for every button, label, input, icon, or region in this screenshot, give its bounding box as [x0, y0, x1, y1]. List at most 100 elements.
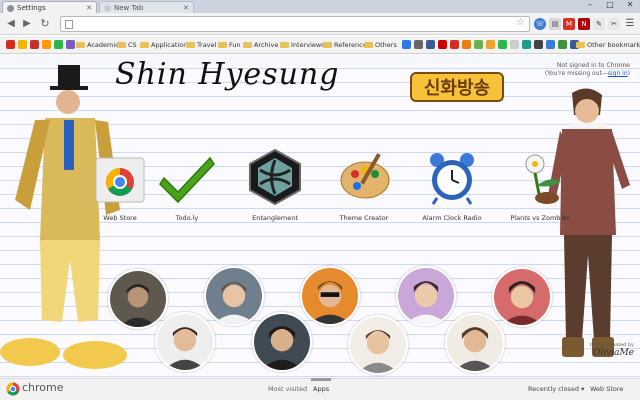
web-store-link[interactable]: Web Store: [590, 385, 623, 393]
theme-title: Shin Hyesung: [115, 57, 340, 92]
photo-bubble: [252, 312, 312, 372]
bookmark-folder-academic[interactable]: Academic: [76, 39, 119, 51]
back-icon[interactable]: ◀: [4, 17, 18, 31]
bookmark-star-icon[interactable]: [18, 40, 27, 49]
photo-bubble: [108, 269, 168, 329]
app-plants-vs-zombies[interactable]: Plants vs Zombies: [495, 148, 585, 222]
extension-phone-icon[interactable]: ☏: [534, 18, 546, 30]
tab-label: New Tab: [114, 4, 144, 12]
new-tab-page-icon: [104, 5, 111, 12]
theme-watermark: theme created by OliviaMe: [590, 342, 634, 358]
tab-strip: Settings ✕ New Tab ✕ – □ ✕: [0, 0, 640, 13]
checkmark-icon: [159, 156, 215, 204]
app-label: Theme Creator: [339, 214, 389, 222]
plant-icon: [525, 154, 561, 204]
extension-news-icon[interactable]: N: [578, 18, 590, 30]
bookmark-shield-icon[interactable]: [6, 40, 15, 49]
recently-closed-menu[interactable]: Recently closed ▾: [528, 385, 584, 393]
bookmark-folder-cs[interactable]: CS: [117, 39, 137, 51]
bookmark-c-icon[interactable]: [510, 40, 519, 49]
forward-icon[interactable]: ▶: [20, 17, 34, 31]
bookmark-facebook-icon[interactable]: [426, 40, 435, 49]
bookmark-purple-icon[interactable]: [66, 40, 75, 49]
bookmarks-bar: Academic CS Application Travel Fun Archi…: [0, 36, 640, 54]
bookmark-folder-fun[interactable]: Fun: [218, 39, 241, 51]
bookmark-orange-icon[interactable]: [486, 40, 495, 49]
signin-promo: Not signed in to Chrome (You're missing …: [545, 62, 630, 78]
signin-link[interactable]: sign in: [608, 70, 628, 77]
photo-bubble: [348, 315, 408, 375]
tab-settings[interactable]: Settings ✕: [2, 1, 97, 13]
ntp-footer: chrome Most visited Apps Recently closed…: [0, 378, 640, 400]
chrome-wordmark: chrome: [22, 381, 64, 394]
app-label: Plants vs Zombies: [510, 214, 570, 222]
bookmark-guitar-icon[interactable]: [462, 40, 471, 49]
app-todoly[interactable]: Todo.ly: [142, 148, 232, 222]
photo-bubble: [155, 312, 215, 372]
bookmark-amazon-icon[interactable]: [42, 40, 51, 49]
signin-line2-end: ): [627, 70, 630, 77]
tab-new-tab[interactable]: New Tab ✕: [99, 1, 194, 13]
right-person-image: [548, 88, 630, 357]
new-tab-page: Shin Hyesung 신화방송 Not signed in to Chrom…: [0, 55, 640, 378]
extension-tools-icon[interactable]: ✂: [608, 18, 620, 30]
chrome-web-store-icon: [95, 157, 145, 203]
paint-palette-icon: [340, 153, 390, 199]
alarm-clock-icon: [430, 153, 474, 205]
reload-icon[interactable]: ↻: [38, 17, 52, 31]
app-label: Alarm Clock Radio: [422, 214, 482, 222]
app-theme-creator[interactable]: Theme Creator: [319, 148, 409, 222]
menu-wrench-icon[interactable]: ☰: [624, 18, 636, 30]
settings-gear-icon: [7, 5, 14, 12]
signin-line1: Not signed in to Chrome: [556, 62, 630, 69]
photo-bubble: [445, 313, 505, 373]
bookmark-folder-reference[interactable]: Reference: [323, 39, 367, 51]
tab-label: Settings: [17, 4, 46, 12]
photo-bubble: [396, 266, 456, 326]
bookmark-blue2-icon[interactable]: [546, 40, 555, 49]
bookmark-dark-icon[interactable]: [534, 40, 543, 49]
watermark-name: OliviaMe: [592, 348, 634, 358]
minimize-icon[interactable]: –: [580, 0, 600, 11]
chrome-logo-icon: [6, 382, 20, 396]
bookmark-red-icon[interactable]: [438, 40, 447, 49]
bookmark-star-icon[interactable]: ☆: [516, 17, 525, 28]
page-icon: [65, 20, 73, 29]
logo-text: 신화방송: [424, 78, 490, 99]
signin-line2: (You're missing out—: [544, 70, 608, 77]
bookmark-folder-others[interactable]: Others: [364, 39, 397, 51]
recently-closed-label: Recently closed: [528, 385, 580, 393]
bookmark-folder-archive[interactable]: Archive: [243, 39, 278, 51]
bookmark-t-icon[interactable]: [450, 40, 459, 49]
shinhwa-broadcast-logo: 신화방송: [410, 72, 504, 102]
app-alarm-clock-radio[interactable]: Alarm Clock Radio: [407, 148, 497, 222]
bookmark-youtube-icon[interactable]: [30, 40, 39, 49]
bookmark-gray-icon[interactable]: [414, 40, 423, 49]
app-label: Entanglement: [252, 214, 298, 222]
bookmark-green2-icon[interactable]: [474, 40, 483, 49]
bookmark-green4-icon[interactable]: [558, 40, 567, 49]
extension-notes-icon[interactable]: ✎: [593, 18, 605, 30]
bookmark-folder-other[interactable]: Other bookmarks: [576, 39, 640, 51]
chevron-down-icon: ▾: [581, 385, 585, 393]
close-window-icon[interactable]: ✕: [620, 0, 640, 11]
omnibox[interactable]: ☆: [60, 16, 530, 32]
address-input[interactable]: [77, 18, 507, 30]
photo-bubble: [300, 266, 360, 326]
footer-tab-most-visited[interactable]: Most visited: [268, 385, 307, 393]
bookmark-folder-interviews[interactable]: Interviews: [280, 39, 325, 51]
photo-bubble: [492, 267, 552, 327]
extension-chart-icon[interactable]: ▤: [549, 18, 561, 30]
bookmark-folder-travel[interactable]: Travel: [186, 39, 216, 51]
bookmark-green-icon[interactable]: [54, 40, 63, 49]
maximize-icon[interactable]: □: [600, 0, 620, 11]
toolbar: ◀ ▶ ↻ ☆ ☏ ▤ M N ✎ ✂ ☰: [0, 13, 640, 35]
photo-bubble: [204, 266, 264, 326]
bookmark-teal-icon[interactable]: [522, 40, 531, 49]
app-entanglement[interactable]: Entanglement: [230, 148, 320, 222]
bookmark-folder-application[interactable]: Application: [140, 39, 187, 51]
footer-tab-apps[interactable]: Apps: [310, 378, 332, 393]
bookmark-green3-icon[interactable]: [498, 40, 507, 49]
gmail-extension-icon[interactable]: M: [563, 18, 575, 30]
bookmark-blue-icon[interactable]: [402, 40, 411, 49]
